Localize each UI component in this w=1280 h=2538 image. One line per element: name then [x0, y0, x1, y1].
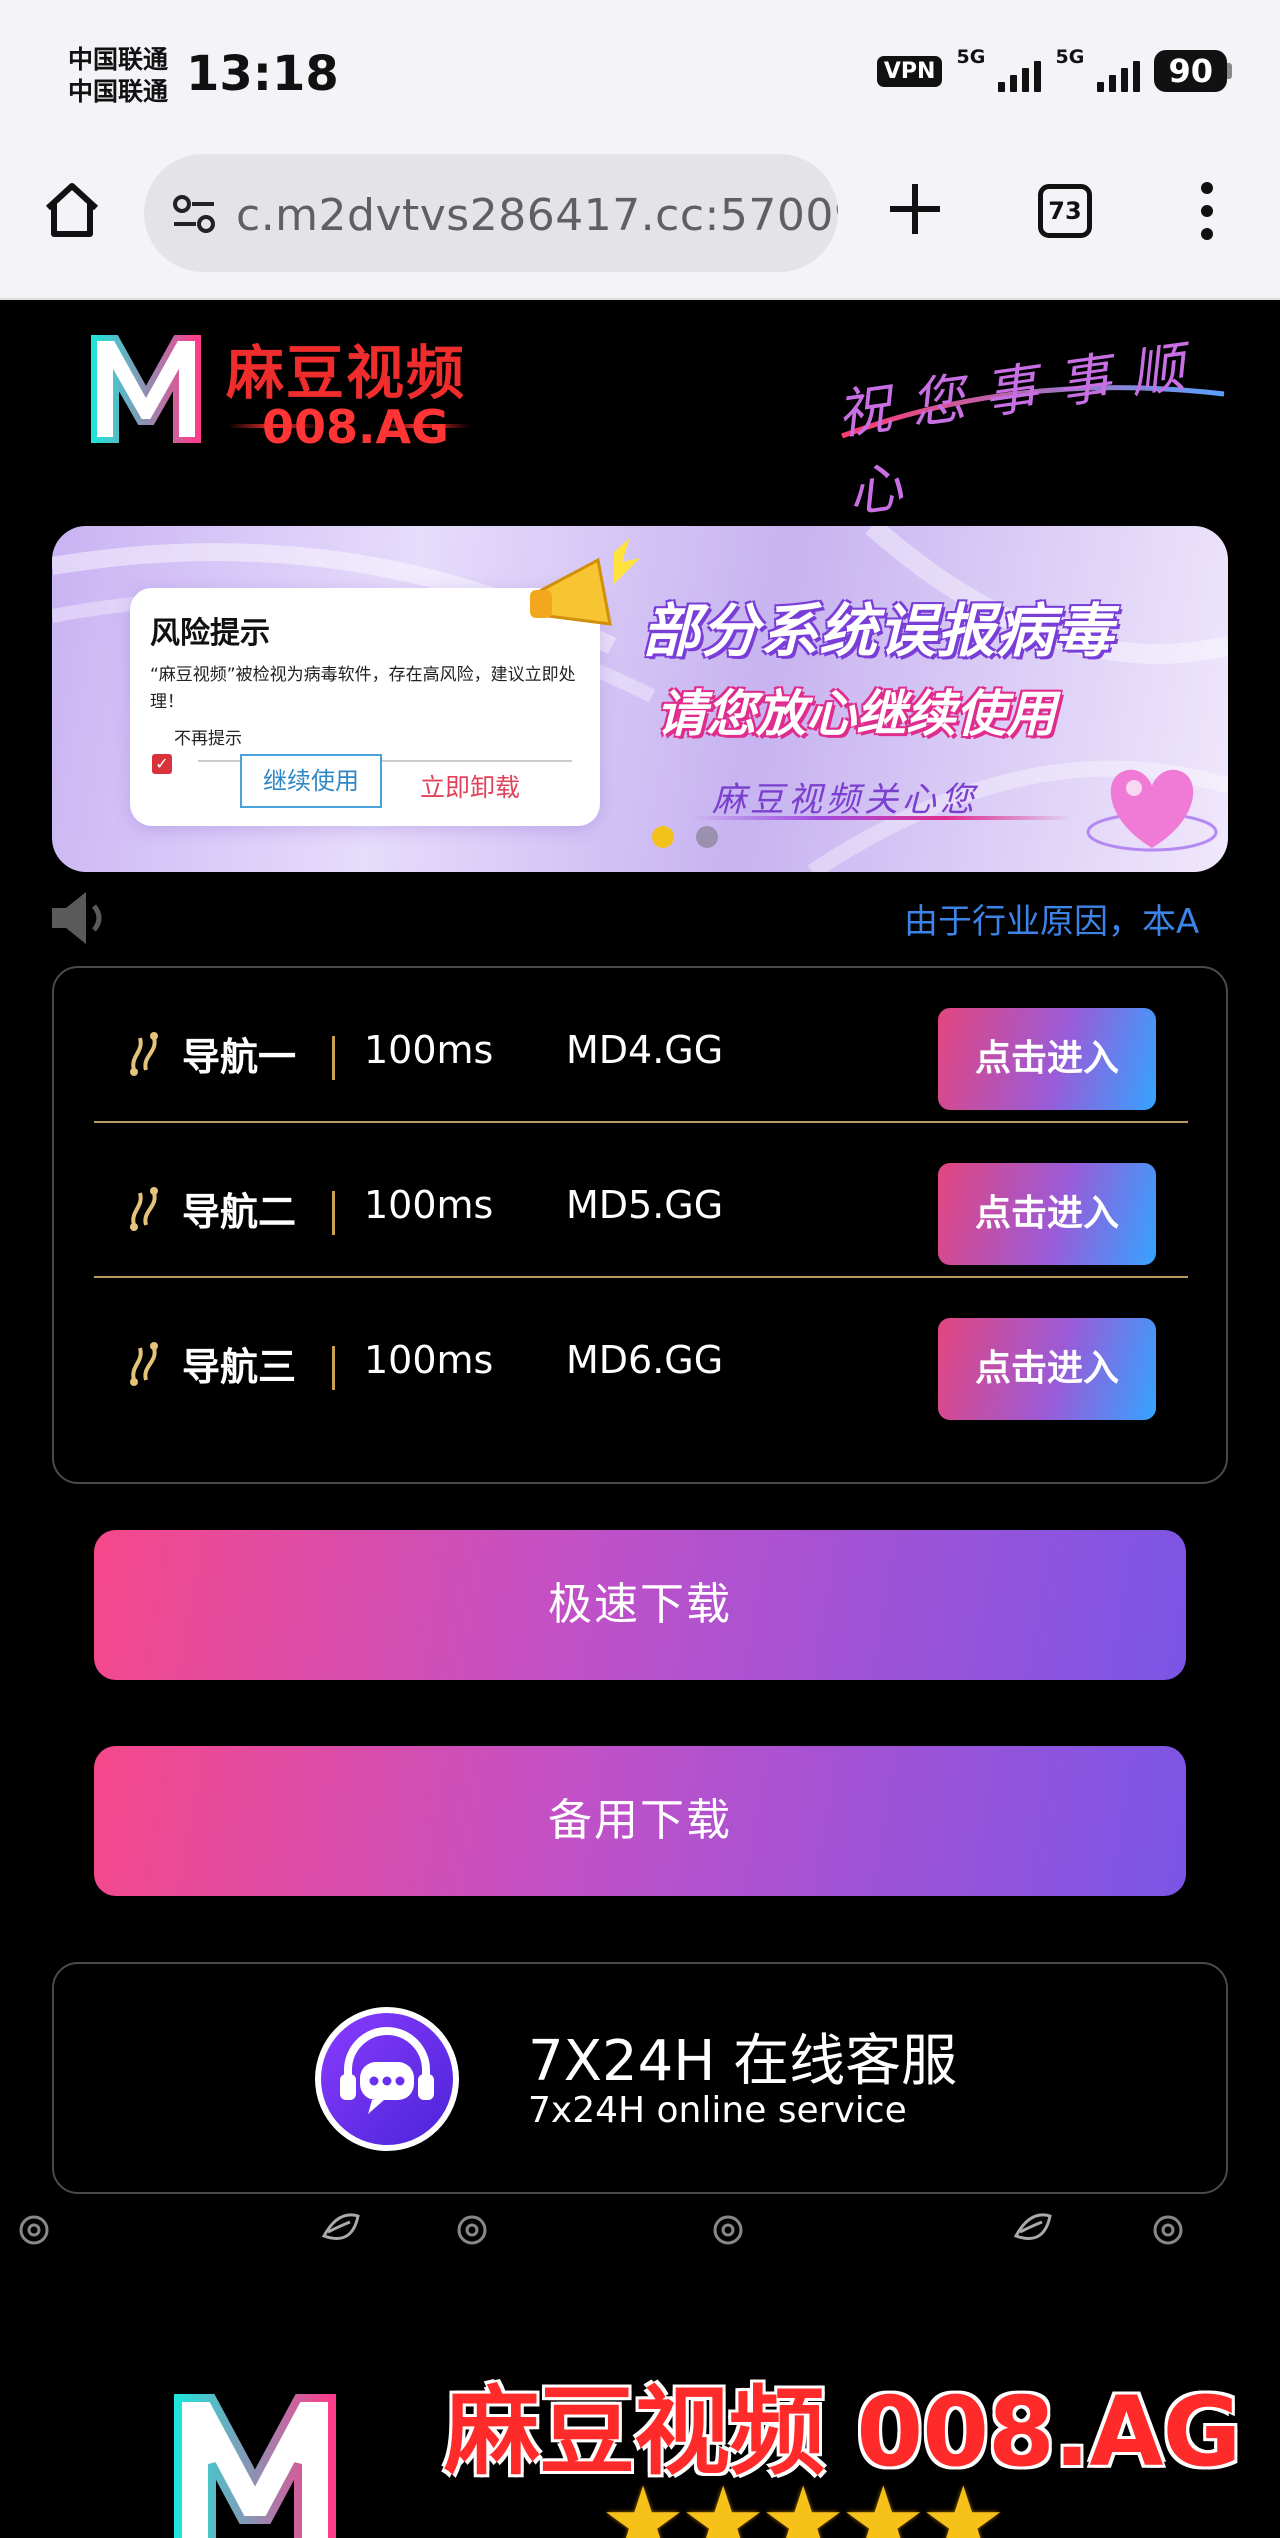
nav-domain: MD4.GG [566, 1028, 724, 1072]
tune-icon[interactable] [166, 186, 222, 242]
nav-divider [332, 1191, 335, 1235]
brand-name: 麻豆视频 [226, 339, 467, 407]
promo-banner[interactable]: 风险提示 “麻豆视频”被检视为病毒软件，存在高风险，建议立即处理！ 不再提示 ✓… [52, 526, 1228, 872]
notice-marquee: 由于行业原因，本A [904, 902, 1200, 942]
nav-latency: 100ms [364, 1183, 494, 1227]
route-icon [130, 1032, 158, 1076]
dialog-continue-button: 继续使用 [240, 754, 382, 808]
carousel-dot-2[interactable] [696, 826, 718, 848]
nav-enter-button[interactable]: 点击进入 [938, 1163, 1156, 1265]
ring-icon [19, 2215, 49, 2245]
nav-name: 导航三 [182, 1345, 297, 1389]
ad-logo-icon [174, 2394, 336, 2538]
site-logo-icon[interactable] [88, 330, 204, 446]
leaf-icon [1013, 2213, 1052, 2240]
carrier-labels: 中国联通 中国联通 [68, 44, 168, 108]
decorative-icon-strip [0, 2196, 1280, 2268]
nav-divider [332, 1346, 335, 1390]
nav-latency: 100ms [364, 1338, 494, 1382]
signal-1-icon: 5G [956, 46, 1042, 92]
nav-row: 导航三 100ms MD6.GG 点击进入 [94, 1278, 1188, 1433]
address-bar[interactable]: c.m2dvtvs286417.cc:57009 [144, 154, 838, 272]
tab-switcher-button[interactable]: 73 [1038, 184, 1092, 238]
carrier-2: 中国联通 [68, 77, 169, 106]
speaker-icon [52, 892, 102, 944]
route-icon [130, 1187, 158, 1231]
star-rating-icon: ★★★★★ [600, 2466, 1006, 2538]
customer-service-card[interactable]: 7X24H 在线客服 7x24H online service [52, 1962, 1228, 2194]
plus-icon[interactable] [882, 176, 948, 242]
network-2-label: 5G [1055, 46, 1085, 68]
status-icons: VPN 5G 5G 90 [876, 46, 1232, 92]
banner-underline [692, 816, 1072, 820]
megaphone-icon [530, 538, 640, 626]
signal-2-icon: 5G [1055, 46, 1141, 92]
fast-download-button[interactable]: 极速下载 [94, 1530, 1186, 1680]
banner-headline-1: 部分系统误报病毒 [642, 597, 1115, 665]
nav-name: 导航一 [182, 1035, 297, 1079]
url-text: c.m2dvtvs286417.cc:57009 [236, 190, 838, 241]
nav-enter-button[interactable]: 点击进入 [938, 1008, 1156, 1110]
leaf-icon [321, 2213, 360, 2240]
nav-latency: 100ms [364, 1028, 494, 1072]
slogan: 祝您事事顺心 [832, 332, 1209, 525]
carousel-dot-1[interactable] [652, 826, 674, 848]
network-1-label: 5G [956, 46, 986, 68]
checkbox-checked-icon: ✓ [152, 754, 172, 774]
more-vert-icon[interactable] [1190, 178, 1224, 244]
browser-toolbar: c.m2dvtvs286417.cc:57009 73 [0, 150, 1280, 300]
ring-icon [713, 2215, 743, 2245]
banner-headline-3: 麻豆视频关心您 [712, 780, 978, 820]
nav-name: 导航二 [182, 1190, 297, 1234]
home-icon[interactable] [40, 178, 104, 242]
vpn-badge: VPN [876, 55, 943, 87]
nav-enter-button[interactable]: 点击进入 [938, 1318, 1156, 1420]
nav-row: 导航二 100ms MD5.GG 点击进入 [94, 1123, 1188, 1278]
bottom-ad-banner[interactable]: 麻豆视频 008.AG ★★★★★ [0, 2330, 1280, 2538]
service-title: 7X24H 在线客服 [528, 2029, 958, 2094]
carousel-dots [652, 826, 718, 848]
ring-icon [457, 2215, 487, 2245]
dialog-title: 风险提示 [150, 616, 270, 651]
heart-icon [1086, 769, 1218, 852]
dialog-no-remind: 不再提示 [174, 729, 242, 749]
battery-icon: 90 [1154, 50, 1232, 92]
dialog-uninstall-button: 立即卸载 [420, 773, 521, 802]
nav-divider [332, 1036, 335, 1080]
nav-domain: MD6.GG [566, 1338, 724, 1382]
battery-level: 90 [1154, 50, 1227, 92]
status-bar: 中国联通 中国联通 13:18 VPN 5G 5G 90 [0, 0, 1280, 150]
clock: 13:18 [186, 46, 339, 102]
service-subtitle: 7x24H online service [528, 2090, 907, 2131]
carrier-1: 中国联通 [68, 45, 169, 74]
nav-domain: MD5.GG [566, 1183, 724, 1227]
dialog-body: “麻豆视频”被检视为病毒软件，存在高风险，建议立即处理！ [150, 665, 576, 712]
brand-domain: 008.AG [262, 400, 449, 454]
banner-headline-2: 请您放心继续使用 [656, 685, 1056, 743]
backup-download-button[interactable]: 备用下载 [94, 1746, 1186, 1896]
nav-row: 导航一 100ms MD4.GG 点击进入 [94, 968, 1188, 1123]
headset-chat-icon [315, 2007, 459, 2151]
ring-icon [1153, 2215, 1183, 2245]
nav-list: 导航一 100ms MD4.GG 点击进入 导航二 100ms MD5.GG 点… [52, 966, 1228, 1484]
route-icon [130, 1342, 158, 1386]
